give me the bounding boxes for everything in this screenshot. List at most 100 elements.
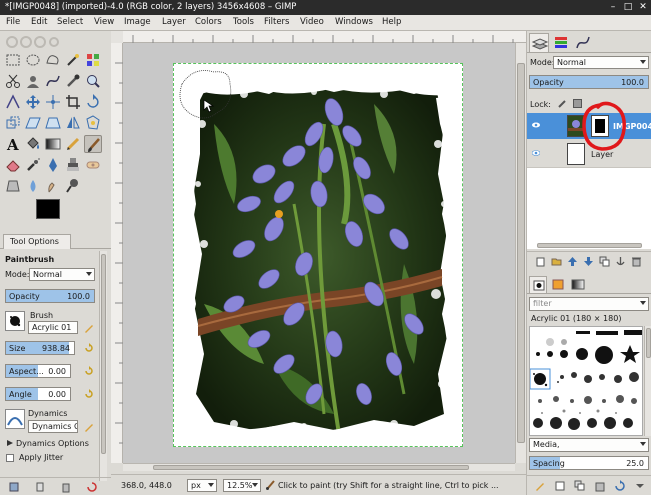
menu-filters[interactable]: Filters bbox=[264, 17, 289, 27]
zoom-combo[interactable]: 12.5% bbox=[223, 479, 261, 492]
save-options-icon[interactable] bbox=[8, 481, 20, 493]
layers-list-empty-area[interactable] bbox=[527, 167, 651, 249]
raise-layer-icon[interactable] bbox=[567, 256, 578, 267]
menu-select[interactable]: Select bbox=[57, 17, 83, 27]
channels-tab[interactable] bbox=[551, 33, 571, 52]
restore-options-icon[interactable] bbox=[34, 481, 46, 493]
layers-horizontal-scrollbar[interactable] bbox=[537, 243, 642, 248]
delete-brush-icon[interactable] bbox=[593, 480, 607, 492]
blur-icon[interactable] bbox=[24, 177, 42, 195]
paths-tab[interactable] bbox=[573, 33, 593, 52]
brush-grid-scrollbar[interactable] bbox=[644, 326, 651, 436]
anchor-layer-icon[interactable] bbox=[615, 256, 626, 267]
canvas-horizontal-scrollbar[interactable] bbox=[123, 463, 515, 471]
menu-video[interactable]: Video bbox=[300, 17, 324, 27]
flip-icon[interactable] bbox=[64, 114, 82, 132]
size-reset-icon[interactable] bbox=[83, 342, 95, 354]
aspect-reset-icon[interactable] bbox=[83, 365, 95, 377]
ruler-corner[interactable] bbox=[111, 31, 123, 43]
layer-visibility-icon[interactable] bbox=[532, 122, 540, 128]
brush-tag-field[interactable]: Media, bbox=[529, 438, 649, 452]
shear-icon[interactable] bbox=[24, 114, 42, 132]
heal-icon[interactable] bbox=[84, 156, 102, 174]
new-brush-icon[interactable] bbox=[553, 480, 567, 492]
angle-reset-icon[interactable] bbox=[83, 388, 95, 400]
delete-layer-icon[interactable] bbox=[631, 256, 642, 267]
maximize-button[interactable]: □ bbox=[622, 1, 634, 13]
image-canvas[interactable] bbox=[173, 63, 463, 447]
reset-options-icon[interactable] bbox=[86, 481, 98, 493]
gradients-tab[interactable] bbox=[569, 276, 587, 293]
menu-tools[interactable]: Tools bbox=[233, 17, 254, 27]
color-picker-icon[interactable] bbox=[64, 72, 82, 90]
expander-arrow-icon[interactable] bbox=[7, 440, 13, 446]
pencil-icon[interactable] bbox=[64, 135, 82, 153]
duplicate-brush-icon[interactable] bbox=[573, 480, 587, 492]
brush-name-field[interactable]: Acrylic 01 bbox=[28, 321, 78, 334]
bucket-fill-icon[interactable] bbox=[24, 135, 42, 153]
paintbrush-icon[interactable] bbox=[84, 135, 102, 153]
fg-bg-colors[interactable] bbox=[36, 199, 76, 231]
dynamics-field[interactable]: Dynamics O bbox=[28, 420, 78, 433]
tool-options-scrollbar[interactable] bbox=[99, 251, 107, 481]
paths-icon[interactable] bbox=[44, 72, 62, 90]
patterns-tab[interactable] bbox=[549, 276, 567, 293]
menu-image[interactable]: Image bbox=[124, 17, 151, 27]
brushes-tab[interactable] bbox=[529, 276, 547, 293]
dynamics-options-expander[interactable]: Dynamics Options bbox=[16, 439, 89, 448]
brush-grid[interactable] bbox=[529, 326, 643, 436]
menu-view[interactable]: View bbox=[94, 17, 114, 27]
eraser-icon[interactable] bbox=[4, 156, 22, 174]
move-icon[interactable] bbox=[24, 93, 42, 111]
delete-options-icon[interactable] bbox=[60, 481, 72, 493]
layer-mode-combo[interactable]: Normal bbox=[553, 56, 649, 69]
dynamics-preview-icon[interactable] bbox=[5, 409, 25, 429]
menu-file[interactable]: File bbox=[6, 17, 20, 27]
menu-layer[interactable]: Layer bbox=[162, 17, 186, 27]
brushes-menu-icon[interactable] bbox=[633, 480, 647, 492]
perspective-icon[interactable] bbox=[44, 114, 62, 132]
menu-windows[interactable]: Windows bbox=[335, 17, 373, 27]
layer-visibility-icon[interactable] bbox=[532, 150, 540, 156]
duplicate-layer-icon[interactable] bbox=[599, 256, 610, 267]
layers-tab[interactable] bbox=[529, 33, 549, 52]
rect-select-icon[interactable] bbox=[4, 51, 22, 69]
cage-transform-icon[interactable] bbox=[84, 114, 102, 132]
ink-icon[interactable] bbox=[44, 156, 62, 174]
clone-icon[interactable] bbox=[64, 156, 82, 174]
refresh-brushes-icon[interactable] bbox=[613, 480, 627, 492]
opacity-slider[interactable]: Opacity 100.0 bbox=[5, 289, 95, 303]
aspect-ratio-slider[interactable]: Aspect... 0.00 bbox=[5, 364, 71, 378]
menu-colors[interactable]: Colors bbox=[195, 17, 222, 27]
foreground-select-icon[interactable] bbox=[24, 72, 42, 90]
lower-layer-icon[interactable] bbox=[583, 256, 594, 267]
measure-icon[interactable] bbox=[4, 93, 22, 111]
brush-filter-field[interactable]: filter bbox=[529, 297, 649, 311]
unit-combo[interactable]: px bbox=[187, 479, 217, 492]
apply-jitter-checkbox[interactable] bbox=[6, 454, 14, 462]
horizontal-ruler[interactable] bbox=[123, 31, 526, 43]
ellipse-select-icon[interactable] bbox=[24, 51, 42, 69]
rotate-icon[interactable] bbox=[84, 93, 102, 111]
menu-edit[interactable]: Edit bbox=[31, 17, 47, 27]
blend-icon[interactable] bbox=[44, 135, 62, 153]
foreground-color-swatch[interactable] bbox=[36, 199, 60, 219]
perspective-clone-icon[interactable] bbox=[4, 177, 22, 195]
angle-slider[interactable]: Angle 0.00 bbox=[5, 387, 71, 401]
edit-brush-button-icon[interactable] bbox=[533, 480, 547, 492]
text-icon[interactable]: A bbox=[4, 135, 22, 154]
tool-options-tab[interactable]: Tool Options bbox=[3, 234, 71, 249]
close-button[interactable]: ✕ bbox=[637, 1, 649, 13]
canvas-vertical-scrollbar[interactable] bbox=[515, 43, 526, 463]
edit-brush-icon[interactable] bbox=[83, 322, 95, 334]
minimize-button[interactable]: – bbox=[607, 1, 619, 13]
align-icon[interactable] bbox=[44, 93, 62, 111]
fuzzy-select-icon[interactable] bbox=[64, 51, 82, 69]
size-slider[interactable]: Size 938.84 bbox=[5, 341, 75, 355]
new-layer-icon[interactable] bbox=[535, 256, 546, 267]
brush-preview-icon[interactable] bbox=[5, 311, 25, 331]
new-layer-group-icon[interactable] bbox=[551, 256, 562, 267]
scissors-select-icon[interactable] bbox=[4, 72, 22, 90]
image-viewport[interactable] bbox=[123, 43, 515, 463]
crop-icon[interactable] bbox=[64, 93, 82, 111]
